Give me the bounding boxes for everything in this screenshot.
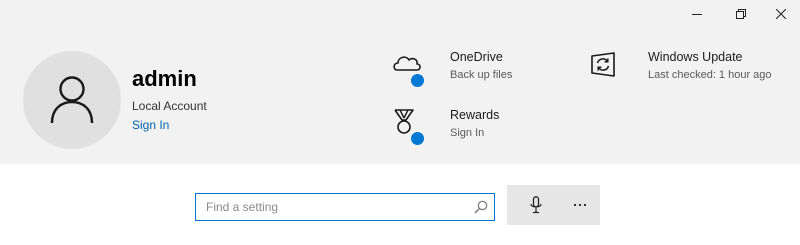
rewards-tile[interactable]: Rewards Sign In (392, 106, 572, 148)
user-icon (50, 76, 94, 124)
rewards-medal-icon (392, 106, 426, 145)
cloud-icon (392, 48, 426, 87)
close-icon (776, 9, 786, 19)
rewards-subtitle: Sign In (450, 127, 485, 139)
sign-in-link[interactable]: Sign In (132, 118, 169, 132)
onedrive-tile[interactable]: OneDrive Back up files (392, 48, 572, 90)
search-box[interactable] (195, 193, 495, 221)
microphone-button[interactable] (521, 189, 551, 221)
status-badge (411, 74, 424, 87)
search-icon[interactable] (474, 200, 488, 219)
status-badge (411, 132, 424, 145)
search-input[interactable] (206, 199, 466, 215)
microphone-icon (530, 196, 542, 214)
windows-update-subtitle: Last checked: 1 hour ago (648, 69, 772, 81)
restore-icon (736, 9, 746, 19)
search-toolbar (507, 185, 600, 225)
more-options-button[interactable] (565, 189, 595, 221)
onedrive-subtitle: Back up files (450, 69, 513, 81)
account-type: Local Account (132, 99, 207, 113)
user-name: admin (132, 66, 197, 91)
windows-update-icon (590, 48, 624, 82)
minimize-button[interactable] (674, 0, 720, 28)
minimize-icon (692, 14, 702, 15)
account-header: admin Local Account Sign In OneDrive Bac… (0, 0, 800, 164)
windows-update-title: Windows Update (648, 50, 743, 64)
avatar[interactable] (23, 51, 121, 149)
more-icon (573, 203, 587, 207)
windows-update-tile[interactable]: Windows Update Last checked: 1 hour ago (590, 48, 790, 98)
close-button[interactable] (758, 0, 800, 28)
onedrive-title: OneDrive (450, 50, 503, 64)
rewards-title: Rewards (450, 108, 500, 122)
